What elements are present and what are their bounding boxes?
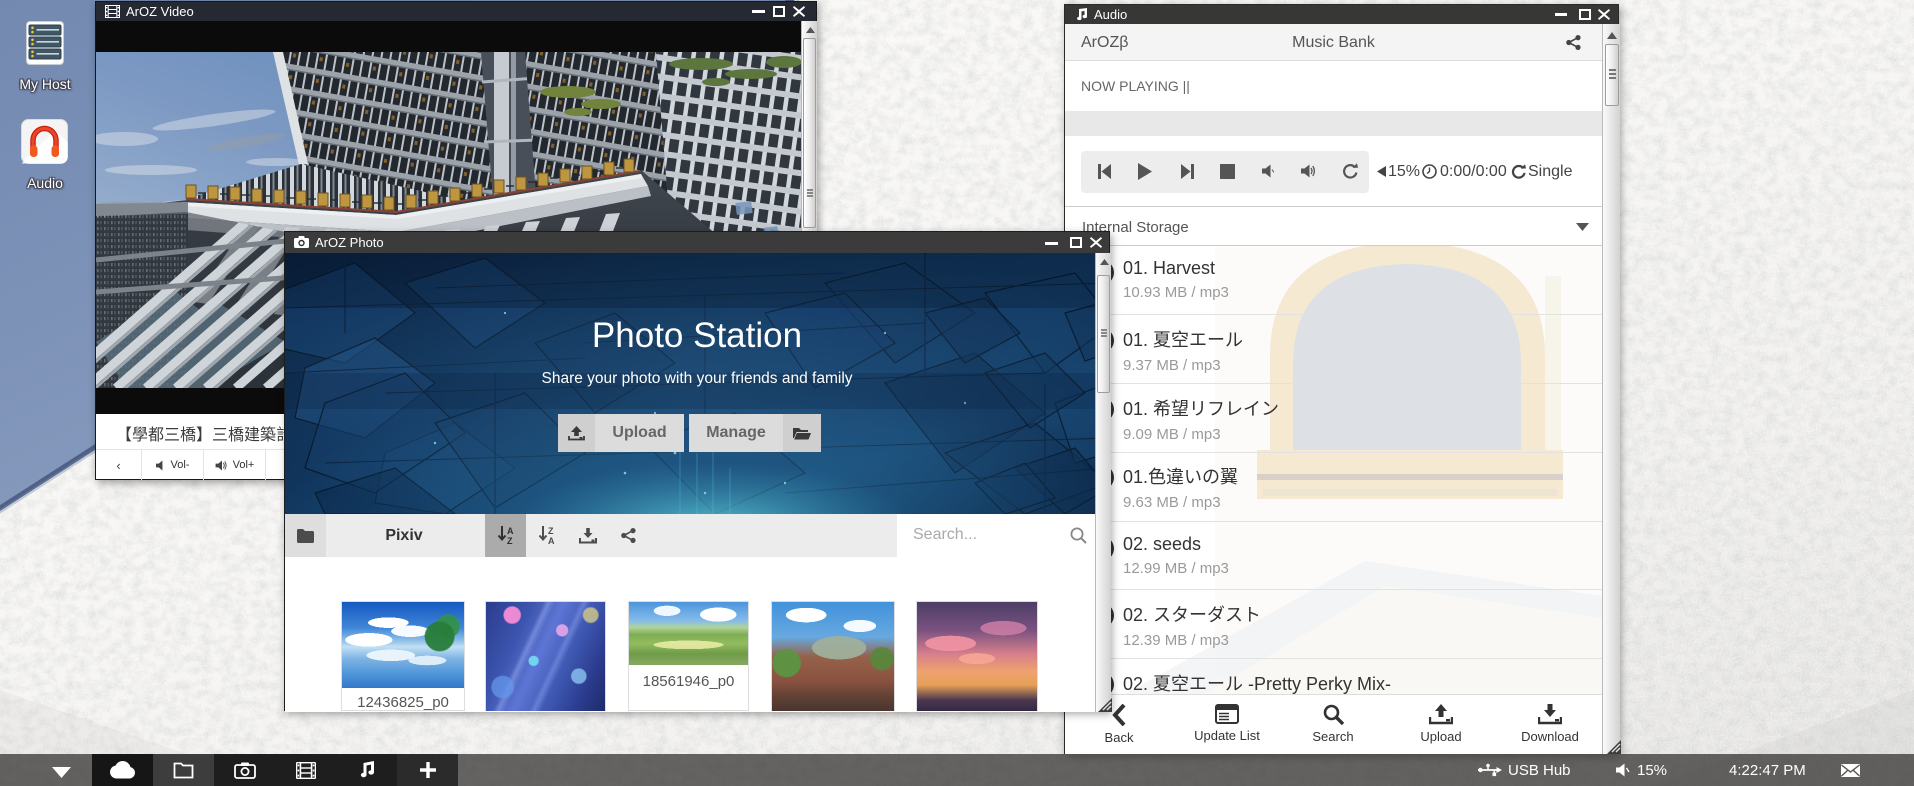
svg-text:Z: Z bbox=[507, 536, 513, 545]
svg-text:A: A bbox=[507, 526, 514, 536]
svg-text:A: A bbox=[548, 536, 555, 545]
svg-text:Z: Z bbox=[548, 526, 554, 536]
